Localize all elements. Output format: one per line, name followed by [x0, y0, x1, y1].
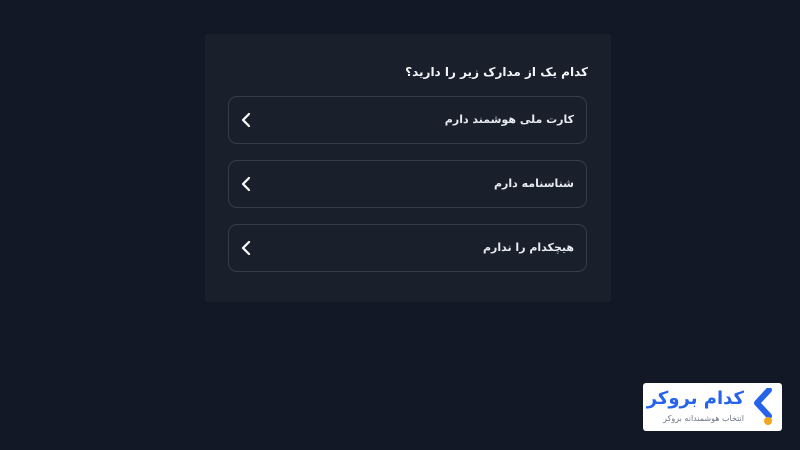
brand-tagline: انتخاب هوشمندانه بروکر — [663, 414, 744, 423]
chevron-left-icon — [241, 240, 251, 256]
chevron-left-icon — [241, 112, 251, 128]
kadam-broker-badge: کدام بروکر انتخاب هوشمندانه بروکر — [643, 383, 782, 431]
chevron-left-icon — [241, 176, 251, 192]
document-question-page: کدام یک از مدارک زیر را دارید؟ کارت ملی … — [0, 0, 800, 450]
document-selection-card: کدام یک از مدارک زیر را دارید؟ کارت ملی … — [205, 34, 611, 302]
option-none[interactable]: هیچکدام را ندارم — [228, 224, 587, 272]
option-label: هیچکدام را ندارم — [482, 241, 574, 254]
brand-name: کدام بروکر — [646, 388, 744, 409]
option-birth-certificate[interactable]: شناسنامه دارم — [228, 160, 587, 208]
option-label: شناسنامه دارم — [494, 177, 574, 190]
option-label: کارت ملی هوشمند دارم — [444, 113, 574, 126]
option-smart-national-card[interactable]: کارت ملی هوشمند دارم — [228, 96, 587, 144]
kadam-broker-logo-icon — [754, 388, 772, 425]
document-options: کارت ملی هوشمند دارم شناسنامه دارم هیچکد… — [228, 96, 587, 288]
document-question: کدام یک از مدارک زیر را دارید؟ — [405, 65, 588, 79]
